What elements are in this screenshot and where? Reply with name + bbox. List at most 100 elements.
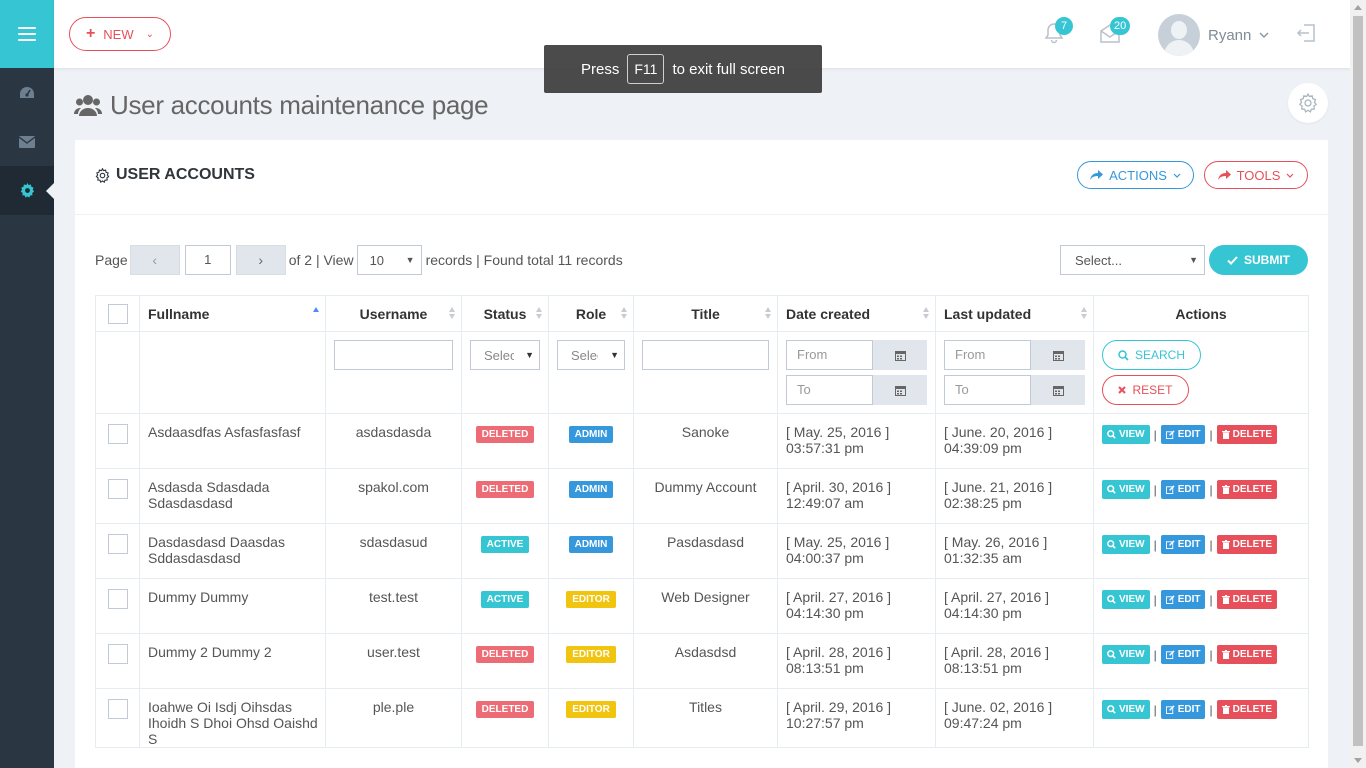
search-icon: [1107, 595, 1116, 604]
view-button[interactable]: VIEW: [1102, 590, 1150, 609]
per-page-select[interactable]: 10 ▼: [356, 245, 422, 275]
avatar: [1158, 14, 1200, 56]
calendar-icon[interactable]: [1031, 375, 1085, 405]
chevron-down-icon: [1259, 32, 1269, 38]
delete-button[interactable]: DELETE: [1216, 535, 1278, 554]
page-title: User accounts maintenance page: [74, 90, 489, 121]
delete-button[interactable]: DELETE: [1216, 700, 1278, 719]
edit-button[interactable]: EDIT: [1160, 480, 1206, 499]
next-page-button[interactable]: ›: [235, 245, 286, 275]
role-cell: ADMIN: [548, 523, 634, 579]
row-checkbox[interactable]: [107, 589, 128, 609]
actions-dropdown-button[interactable]: ACTIONS: [1077, 161, 1194, 189]
sidebar-item-messages[interactable]: [0, 117, 54, 166]
page-number-input[interactable]: 1: [184, 245, 231, 275]
row-checkbox[interactable]: [107, 479, 128, 499]
edit-icon: [1165, 705, 1175, 714]
updated-to-field[interactable]: To: [944, 375, 1085, 405]
updated-cell: [ June. 21, 2016 ] 02:38:25 pm: [935, 468, 1094, 524]
edit-button[interactable]: EDIT: [1160, 535, 1206, 554]
delete-button[interactable]: DELETE: [1216, 645, 1278, 664]
row-checkbox[interactable]: [107, 424, 128, 444]
filter-search-button[interactable]: SEARCH: [1102, 340, 1201, 370]
column-header-status[interactable]: Status: [461, 295, 549, 332]
username-filter-input[interactable]: [334, 340, 453, 370]
column-header-username[interactable]: Username: [325, 295, 462, 332]
role-cell: ADMIN: [548, 413, 634, 469]
table-row: Dummy Dummy test.test ACTIVE EDITOR Web Desi…: [95, 578, 1309, 634]
row-checkbox[interactable]: [107, 644, 128, 664]
search-icon: [1107, 650, 1116, 659]
tools-dropdown-button[interactable]: TOOLS: [1204, 161, 1308, 189]
toast-key: F11: [627, 54, 665, 84]
filter-cell-username: [325, 331, 462, 414]
calendar-icon[interactable]: [873, 340, 927, 370]
sidebar-toggle-button[interactable]: [0, 0, 54, 68]
column-header-title[interactable]: Title: [633, 295, 778, 332]
updated-to-input[interactable]: To: [944, 375, 1031, 405]
sidebar-item-settings[interactable]: [0, 166, 54, 215]
view-button[interactable]: VIEW: [1102, 645, 1150, 664]
plus-icon: +: [85, 25, 96, 42]
role-badge: EDITOR: [566, 591, 616, 608]
view-button[interactable]: VIEW: [1102, 535, 1150, 554]
prev-page-button[interactable]: ‹: [129, 245, 180, 275]
created-to-field[interactable]: To: [786, 375, 927, 405]
edit-icon: [1165, 485, 1175, 494]
scroll-up-arrow[interactable]: [1354, 5, 1362, 10]
bulk-action-select[interactable]: Select... ▼: [1060, 245, 1205, 275]
messages-button[interactable]: 20: [1099, 17, 1131, 49]
updated-from-input[interactable]: From: [944, 340, 1031, 370]
select-all-checkbox[interactable]: [107, 303, 128, 324]
created-from-input[interactable]: From: [786, 340, 873, 370]
updated-date: [ April. 28, 2016 ]: [944, 644, 1050, 660]
edit-button[interactable]: EDIT: [1160, 590, 1206, 609]
fullname-cell: Dummy 2 Dummy 2: [139, 633, 326, 689]
view-button[interactable]: VIEW: [1102, 480, 1150, 499]
calendar-icon[interactable]: [873, 375, 927, 405]
edit-button[interactable]: EDIT: [1160, 425, 1206, 444]
edit-button[interactable]: EDIT: [1160, 700, 1206, 719]
delete-button[interactable]: DELETE: [1216, 425, 1278, 444]
page-scrollbar[interactable]: [1350, 0, 1366, 768]
status-filter-select[interactable]: Select... ▼: [470, 340, 540, 370]
created-cell: [ May. 25, 2016 ] 04:00:37 pm: [777, 523, 936, 579]
new-button[interactable]: + NEW ⌄: [69, 17, 171, 51]
delete-label: DELETE: [1232, 594, 1273, 605]
scrollbar-thumb[interactable]: [1353, 16, 1363, 746]
submit-button[interactable]: SUBMIT: [1209, 245, 1308, 275]
updated-from-field[interactable]: From: [944, 340, 1085, 370]
theme-settings-button[interactable]: [1288, 83, 1328, 123]
role-filter-select[interactable]: Select... ▼: [557, 340, 625, 370]
sort-icon: [765, 307, 771, 319]
row-checkbox[interactable]: [107, 699, 128, 719]
notifications-button[interactable]: 7: [1044, 17, 1073, 49]
delete-button[interactable]: DELETE: [1216, 590, 1278, 609]
view-button[interactable]: VIEW: [1102, 700, 1150, 719]
scroll-down-arrow[interactable]: [1354, 758, 1362, 763]
role-badge: ADMIN: [568, 481, 614, 498]
edit-label: EDIT: [1177, 649, 1201, 660]
row-checkbox[interactable]: [107, 534, 128, 554]
column-header-role[interactable]: Role: [548, 295, 634, 332]
filter-reset-button[interactable]: RESET: [1102, 375, 1189, 405]
edit-icon: [1165, 540, 1175, 549]
user-menu[interactable]: Ryann: [1158, 14, 1269, 56]
fullname-cell: Dummy Dummy: [139, 578, 326, 634]
column-header-fullname[interactable]: Fullname: [139, 295, 326, 332]
column-header-last-updated[interactable]: Last updated: [935, 295, 1094, 332]
calendar-icon[interactable]: [1031, 340, 1085, 370]
edit-button[interactable]: EDIT: [1160, 645, 1206, 664]
view-button[interactable]: VIEW: [1102, 425, 1150, 444]
logout-button[interactable]: [1296, 23, 1316, 48]
created-date: [ April. 28, 2016 ]: [786, 644, 892, 660]
created-from-field[interactable]: From: [786, 340, 927, 370]
row-select-cell: [95, 413, 140, 469]
column-header-date-created[interactable]: Date created: [777, 295, 936, 332]
created-cell: [ May. 25, 2016 ] 03:57:31 pm: [777, 413, 936, 469]
sidebar-item-dashboard[interactable]: [0, 68, 54, 117]
delete-button[interactable]: DELETE: [1216, 480, 1278, 499]
created-to-input[interactable]: To: [786, 375, 873, 405]
title-filter-input[interactable]: [642, 340, 769, 370]
created-date: [ May. 25, 2016 ]: [786, 424, 890, 440]
